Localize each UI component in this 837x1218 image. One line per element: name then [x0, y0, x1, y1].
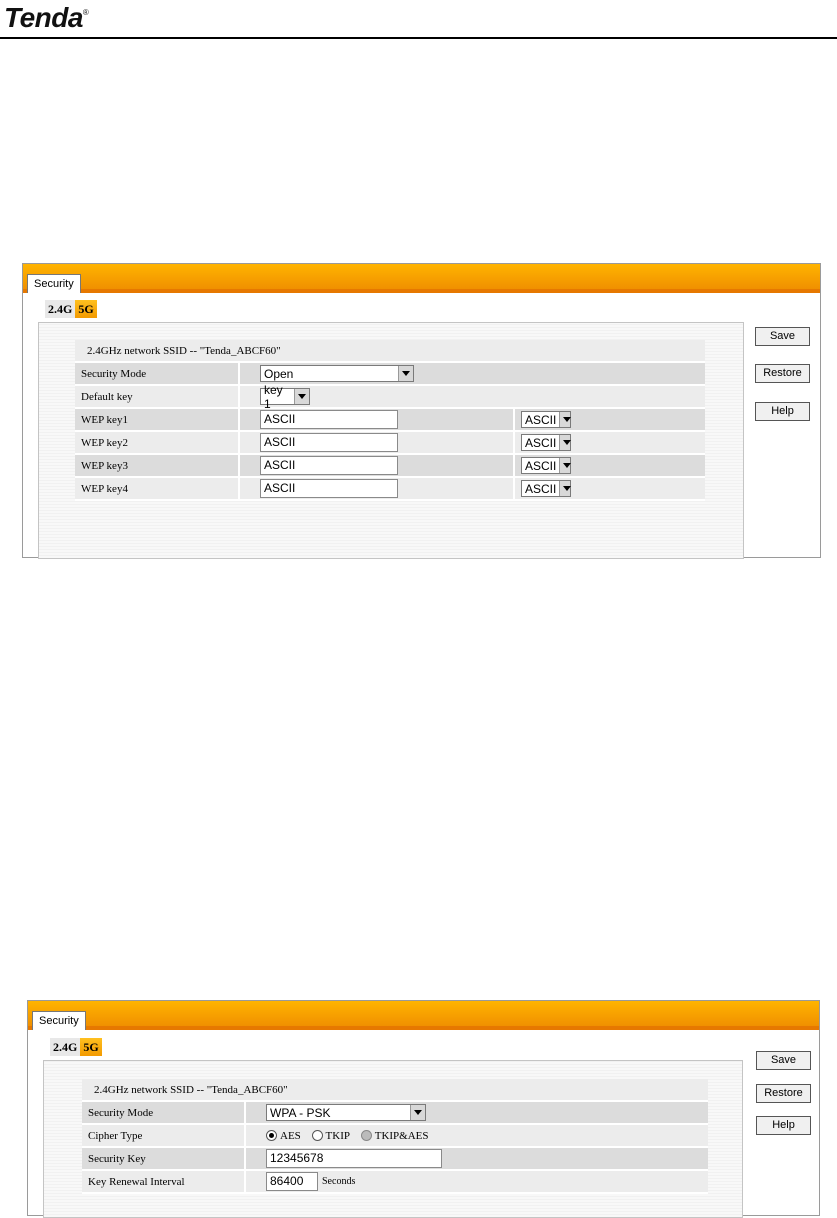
chevron-down-icon: [398, 366, 413, 381]
tab-security[interactable]: Security: [32, 1011, 86, 1030]
wep-key1-label: WEP key1: [75, 408, 240, 432]
band-tabs: 2.4G 5G: [50, 1038, 102, 1056]
ssid-title: 2.4GHz network SSID -- "Tenda_ABCF60": [82, 1079, 708, 1102]
security-form-table: 2.4GHz network SSID -- "Tenda_ABCF60" Se…: [75, 340, 705, 501]
seconds-unit: Seconds: [322, 1176, 356, 1187]
wep-key-row: WEP key4 ASCII ASCII: [75, 477, 705, 501]
save-button[interactable]: Save: [755, 327, 810, 346]
security-panel-wpa: Security 2.4G 5G 2.4GHz network SSID -- …: [27, 1000, 820, 1218]
key-renewal-label: Key Renewal Interval: [82, 1170, 246, 1194]
wep-key3-type-select[interactable]: ASCII: [521, 457, 571, 474]
wep-key4-label: WEP key4: [75, 477, 240, 501]
wep-key4-input[interactable]: ASCII: [260, 479, 398, 498]
wep-key-row: WEP key2 ASCII ASCII: [75, 431, 705, 455]
cipher-aes-label: AES: [280, 1129, 301, 1142]
wep-key2-input[interactable]: ASCII: [260, 433, 398, 452]
tab-5g[interactable]: 5G: [75, 300, 97, 318]
save-button[interactable]: Save: [756, 1051, 811, 1070]
security-panel-open: Security 2.4G 5G 2.4GHz network SSID -- …: [22, 263, 821, 559]
chevron-down-icon: [410, 1105, 425, 1120]
chevron-down-icon: [559, 458, 571, 473]
wep-key-row: WEP key3 ASCII ASCII: [75, 454, 705, 478]
tab-5g[interactable]: 5G: [80, 1038, 102, 1056]
cipher-aes-radio[interactable]: [266, 1130, 277, 1142]
default-key-select[interactable]: key 1: [260, 383, 310, 411]
tab-security[interactable]: Security: [27, 274, 81, 293]
ssid-title: 2.4GHz network SSID -- "Tenda_ABCF60": [75, 340, 705, 363]
chevron-down-icon: [559, 412, 571, 427]
orange-header-bar: [23, 264, 820, 293]
restore-button[interactable]: Restore: [756, 1084, 811, 1103]
restore-button[interactable]: Restore: [755, 364, 810, 383]
wep-key1-type-select[interactable]: ASCII: [521, 411, 571, 428]
help-button[interactable]: Help: [756, 1116, 811, 1135]
orange-header-bar: [28, 1001, 819, 1030]
wep-key1-input[interactable]: ASCII: [260, 410, 398, 429]
wep-key4-type-select[interactable]: ASCII: [521, 480, 571, 497]
wep-key-row: WEP key1 ASCII ASCII: [75, 408, 705, 432]
chevron-down-icon: [559, 435, 571, 450]
chevron-down-icon: [559, 481, 571, 496]
wep-key2-label: WEP key2: [75, 431, 240, 455]
security-mode-select[interactable]: Open: [260, 365, 414, 382]
security-key-input[interactable]: 12345678: [266, 1149, 442, 1168]
security-mode-label: Security Mode: [75, 362, 240, 386]
header-divider: [0, 37, 837, 39]
cipher-tkip-aes-radio[interactable]: [360, 1130, 372, 1142]
wep-key2-type-select[interactable]: ASCII: [521, 434, 571, 451]
cipher-tkip-radio[interactable]: [311, 1130, 323, 1142]
security-mode-select[interactable]: WPA - PSK: [266, 1104, 426, 1121]
security-key-label: Security Key: [82, 1147, 246, 1171]
help-button[interactable]: Help: [755, 402, 810, 421]
band-tabs: 2.4G 5G: [45, 300, 97, 318]
tab-2-4g[interactable]: 2.4G: [50, 1038, 81, 1056]
wep-key3-input[interactable]: ASCII: [260, 456, 398, 475]
security-form-table: 2.4GHz network SSID -- "Tenda_ABCF60" Se…: [82, 1079, 708, 1194]
cipher-tkip-label: TKIP: [325, 1129, 350, 1142]
cipher-type-label: Cipher Type: [82, 1124, 246, 1148]
key-renewal-input[interactable]: 86400: [266, 1172, 318, 1191]
tab-2-4g[interactable]: 2.4G: [45, 300, 76, 318]
tenda-logo: Tenda®: [4, 2, 89, 33]
wep-key3-label: WEP key3: [75, 454, 240, 478]
chevron-down-icon: [294, 389, 309, 404]
security-mode-label: Security Mode: [82, 1101, 246, 1125]
cipher-tkip-aes-label: TKIP&AES: [374, 1129, 429, 1142]
default-key-label: Default key: [75, 385, 240, 409]
